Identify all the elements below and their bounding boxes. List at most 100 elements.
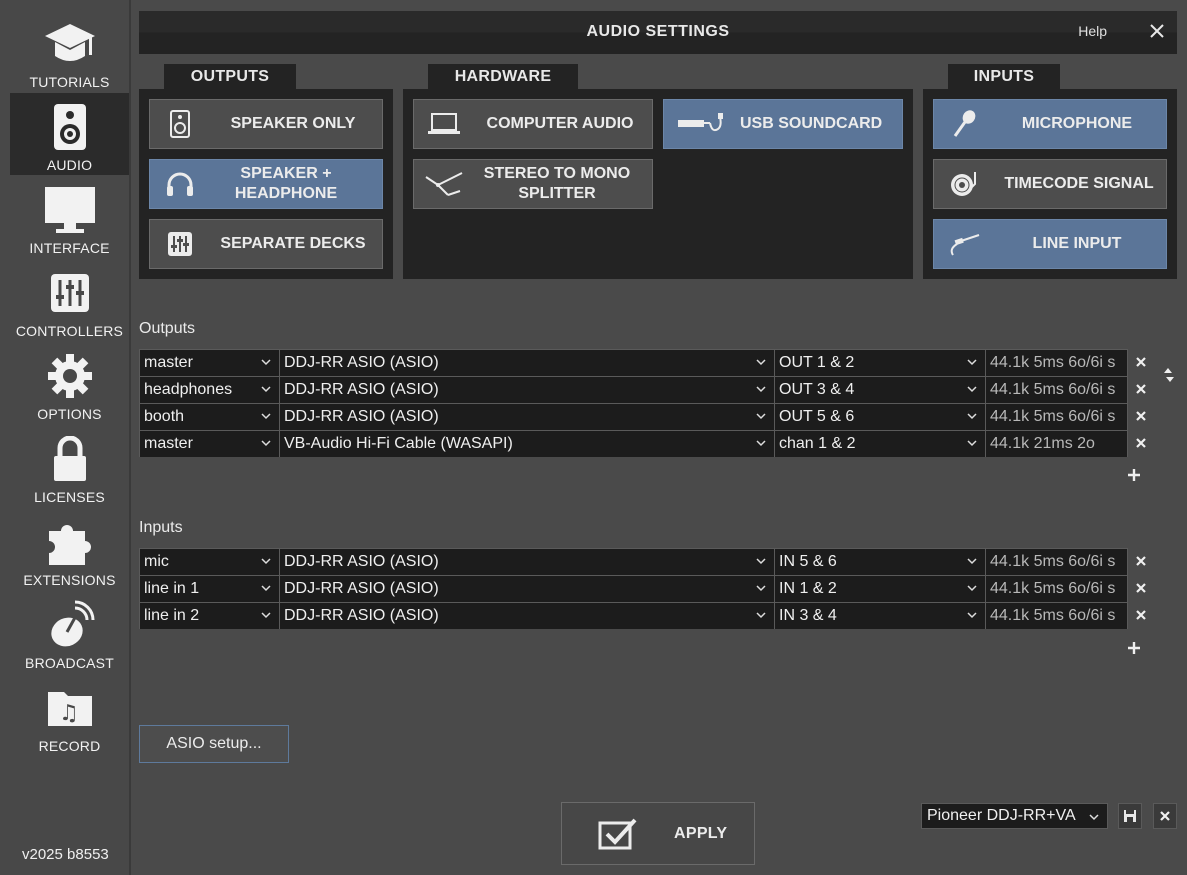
- channel-select[interactable]: IN 3 & 4: [774, 603, 985, 629]
- line-input-button[interactable]: LINE INPUT: [933, 219, 1167, 269]
- channel-select[interactable]: IN 1 & 2: [774, 576, 985, 602]
- sidebar-item-extensions[interactable]: EXTENSIONS: [10, 508, 129, 590]
- table-row: booth DDJ-RR ASIO (ASIO) OUT 5 & 6 44.1k…: [139, 403, 1146, 430]
- role-select[interactable]: master: [139, 350, 279, 376]
- role-select[interactable]: headphones: [139, 377, 279, 403]
- sidebar-item-audio[interactable]: AUDIO: [10, 93, 129, 175]
- channel-select[interactable]: IN 5 & 6: [774, 549, 985, 575]
- device-info: 44.1k 5ms 6o/6i s: [985, 576, 1128, 602]
- sidebar-divider: [129, 0, 131, 875]
- button-label: LINE INPUT: [1032, 235, 1122, 252]
- version-label: v2025 b8553: [22, 846, 109, 863]
- remove-row-icon[interactable]: [1135, 382, 1147, 396]
- add-input-icon[interactable]: [1127, 641, 1141, 655]
- tab-hardware: HARDWARE: [428, 64, 578, 90]
- button-label: SPEAKER + HEADPHONE: [234, 165, 338, 202]
- channel-select[interactable]: OUT 1 & 2: [774, 350, 985, 376]
- separate-decks-button[interactable]: SEPARATE DECKS: [149, 219, 383, 269]
- remove-row-icon[interactable]: [1135, 355, 1147, 369]
- timecode-signal-button[interactable]: TIMECODE SIGNAL: [933, 159, 1167, 209]
- chevron-down-icon: [967, 413, 977, 420]
- apply-button[interactable]: APPLY: [561, 802, 755, 865]
- sidebar-item-controllers[interactable]: CONTROLLERS: [10, 259, 129, 341]
- lock-icon: [42, 431, 98, 487]
- device-select[interactable]: DDJ-RR ASIO (ASIO): [279, 549, 774, 575]
- chevron-down-icon: [967, 386, 977, 393]
- device-select[interactable]: DDJ-RR ASIO (ASIO): [279, 377, 774, 403]
- microphone-icon: [934, 100, 994, 148]
- remove-row-icon[interactable]: [1135, 608, 1147, 622]
- role-select[interactable]: line in 1: [139, 576, 279, 602]
- sidebar-item-label: EXTENSIONS: [23, 572, 116, 588]
- music-folder-icon: ♫: [42, 680, 98, 736]
- device-select[interactable]: DDJ-RR ASIO (ASIO): [279, 350, 774, 376]
- chevron-down-icon: [756, 612, 766, 619]
- chevron-down-icon: [967, 585, 977, 592]
- preset-value: Pioneer DDJ-RR+VA: [927, 807, 1076, 824]
- computer-audio-button[interactable]: COMPUTER AUDIO: [413, 99, 653, 149]
- speaker-headphone-button[interactable]: SPEAKER + HEADPHONE: [149, 159, 383, 209]
- chevron-down-icon: [261, 386, 271, 393]
- device-select[interactable]: VB-Audio Hi-Fi Cable (WASAPI): [279, 431, 774, 457]
- speaker-only-button[interactable]: SPEAKER ONLY: [149, 99, 383, 149]
- role-select[interactable]: booth: [139, 404, 279, 430]
- sidebar-item-record[interactable]: ♫ RECORD: [10, 674, 129, 756]
- sidebar-item-licenses[interactable]: LICENSES: [10, 425, 129, 507]
- chevron-down-icon: [967, 440, 977, 447]
- stereo-to-mono-splitter-button[interactable]: STEREO TO MONO SPLITTER: [413, 159, 653, 209]
- channel-select[interactable]: OUT 5 & 6: [774, 404, 985, 430]
- channel-select[interactable]: chan 1 & 2: [774, 431, 985, 457]
- device-select[interactable]: DDJ-RR ASIO (ASIO): [279, 576, 774, 602]
- chevron-down-icon: [1089, 814, 1099, 821]
- sidebar-item-interface[interactable]: INTERFACE: [10, 176, 129, 258]
- sidebar-item-label: RECORD: [38, 738, 101, 754]
- chevron-down-icon: [261, 558, 271, 565]
- sidebar-item-options[interactable]: OPTIONS: [10, 342, 129, 424]
- sidebar-item-broadcast[interactable]: BROADCAST: [10, 591, 129, 673]
- usb-soundcard-icon: [664, 100, 740, 148]
- line-cable-icon: [934, 220, 994, 268]
- button-label: TIMECODE SIGNAL: [1004, 175, 1154, 192]
- device-select[interactable]: DDJ-RR ASIO (ASIO): [279, 603, 774, 629]
- remove-row-icon[interactable]: [1135, 436, 1147, 450]
- remove-row-icon[interactable]: [1135, 581, 1147, 595]
- sidebar-item-label: INTERFACE: [29, 240, 110, 256]
- satellite-dish-icon: [42, 597, 98, 653]
- preset-select[interactable]: Pioneer DDJ-RR+VA: [921, 803, 1108, 829]
- apply-label: APPLY: [674, 824, 728, 842]
- microphone-button[interactable]: MICROPHONE: [933, 99, 1167, 149]
- close-icon[interactable]: [1147, 21, 1167, 41]
- usb-soundcard-button[interactable]: USB SOUNDCARD: [663, 99, 903, 149]
- graduation-cap-icon: [42, 16, 98, 72]
- chevron-down-icon: [261, 440, 271, 447]
- remove-row-icon[interactable]: [1135, 554, 1147, 568]
- chevron-down-icon: [967, 359, 977, 366]
- speaker-icon: [150, 100, 210, 148]
- button-label: STEREO TO MONO SPLITTER: [483, 165, 631, 202]
- swap-order-icon[interactable]: [1162, 366, 1176, 384]
- device-select[interactable]: DDJ-RR ASIO (ASIO): [279, 404, 774, 430]
- help-link[interactable]: Help: [1078, 23, 1107, 39]
- button-label: COMPUTER AUDIO: [486, 115, 634, 132]
- puzzle-icon: [42, 514, 98, 570]
- headphones-icon: [150, 160, 210, 208]
- asio-setup-button[interactable]: ASIO setup...: [139, 725, 289, 763]
- channel-select[interactable]: OUT 3 & 4: [774, 377, 985, 403]
- table-row: mic DDJ-RR ASIO (ASIO) IN 5 & 6 44.1k 5m…: [139, 548, 1146, 575]
- sidebar-item-tutorials[interactable]: TUTORIALS: [10, 10, 129, 92]
- role-select[interactable]: line in 2: [139, 603, 279, 629]
- gear-icon: [42, 348, 98, 404]
- role-select[interactable]: master: [139, 431, 279, 457]
- delete-preset-button[interactable]: [1153, 803, 1177, 829]
- chevron-down-icon: [756, 413, 766, 420]
- tab-outputs: OUTPUTS: [164, 64, 296, 90]
- table-row: master DDJ-RR ASIO (ASIO) OUT 1 & 2 44.1…: [139, 349, 1146, 376]
- tab-inputs: INPUTS: [948, 64, 1060, 90]
- save-preset-button[interactable]: [1118, 803, 1142, 829]
- remove-row-icon[interactable]: [1135, 409, 1147, 423]
- role-select[interactable]: mic: [139, 549, 279, 575]
- add-output-icon[interactable]: [1127, 468, 1141, 482]
- close-icon: [1160, 811, 1170, 821]
- chevron-down-icon: [967, 612, 977, 619]
- sidebar-item-label: OPTIONS: [37, 406, 102, 422]
